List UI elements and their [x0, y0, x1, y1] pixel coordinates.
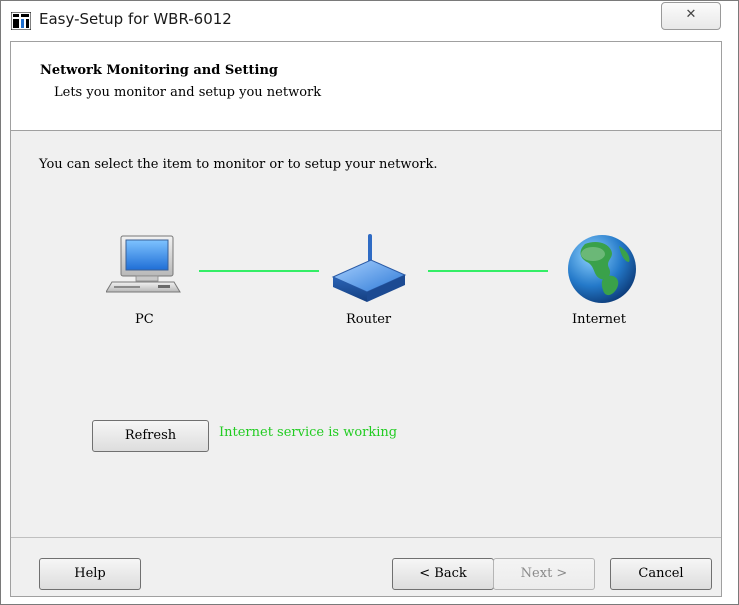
footer-divider [11, 537, 721, 538]
title-bar[interactable]: Easy-Setup for WBR-6012 ✕ [1, 1, 738, 40]
instructions-text: You can select the item to monitor or to… [39, 157, 438, 172]
pc-icon [105, 235, 181, 293]
router-icon [331, 234, 407, 302]
status-message: Internet service is working [219, 425, 398, 440]
window-title: Easy-Setup for WBR-6012 [39, 10, 232, 28]
app-logo-icon [11, 12, 31, 30]
close-button[interactable]: ✕ [661, 2, 721, 30]
back-button[interactable]: < Back [392, 558, 494, 590]
router-label: Router [346, 312, 392, 327]
close-icon: ✕ [685, 7, 697, 22]
refresh-button[interactable]: Refresh [92, 420, 209, 452]
cancel-button[interactable]: Cancel [610, 558, 712, 590]
pc-label: PC [135, 312, 154, 327]
wizard-header: Network Monitoring and Setting Lets you … [11, 42, 721, 131]
setup-window: Easy-Setup for WBR-6012 ✕ Network Monito… [0, 0, 739, 605]
help-button[interactable]: Help [39, 558, 141, 590]
page-subtitle: Lets you monitor and setup you network [54, 85, 322, 100]
globe-icon [568, 235, 636, 303]
page-title: Network Monitoring and Setting [40, 63, 279, 78]
pc-device[interactable] [105, 234, 181, 324]
wizard-panel: Network Monitoring and Setting Lets you … [10, 41, 722, 597]
router-internet-connection [428, 270, 548, 272]
router-device[interactable] [329, 232, 407, 312]
pc-router-connection [199, 270, 319, 272]
internet-label: Internet [572, 312, 626, 327]
internet-device[interactable] [565, 232, 641, 312]
next-button[interactable]: Next > [493, 558, 595, 590]
